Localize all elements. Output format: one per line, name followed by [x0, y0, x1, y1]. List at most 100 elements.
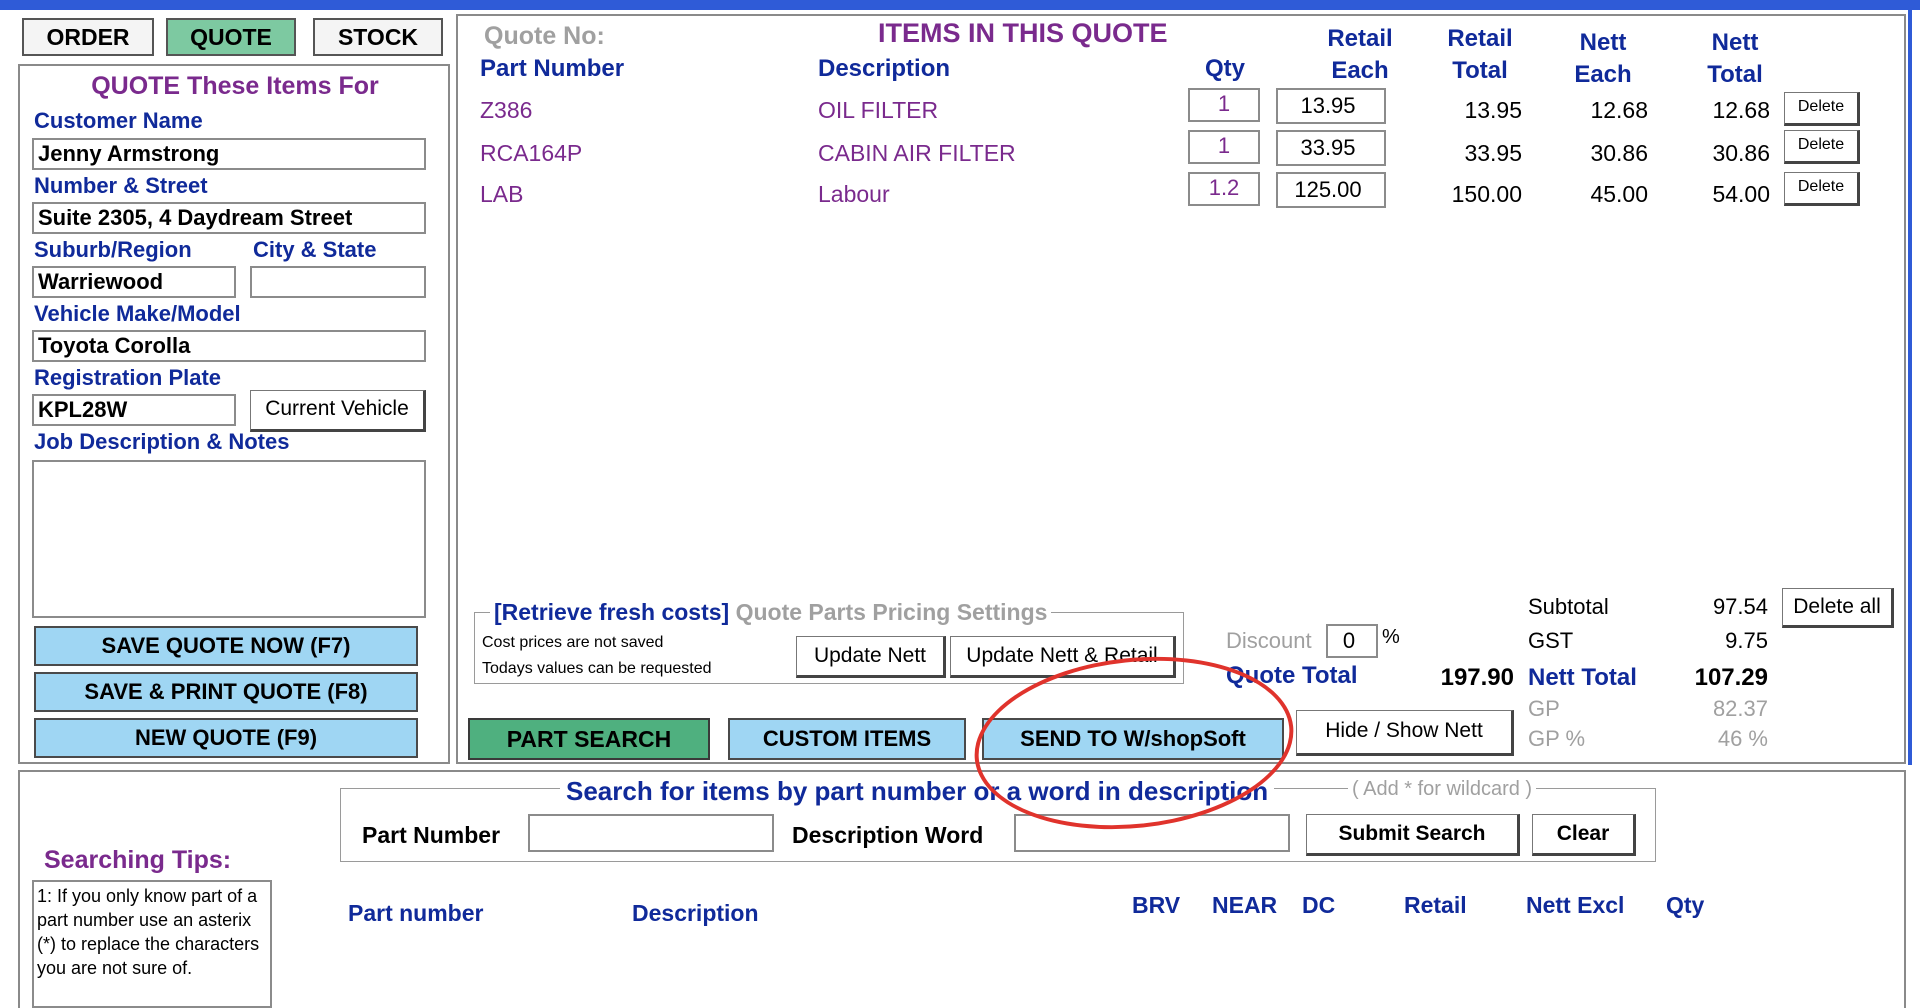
row2-part[interactable]: RCA164P: [480, 140, 582, 167]
row1-retail-each[interactable]: 13.95: [1276, 88, 1386, 124]
header-retail-total-2: Total: [1452, 57, 1508, 84]
new-quote-button[interactable]: NEW QUOTE (F9): [34, 718, 418, 758]
pricing-settings-title: Quote Parts Pricing Settings: [735, 599, 1048, 625]
vehicle-label: Vehicle Make/Model: [34, 301, 241, 326]
items-title: ITEMS IN THIS QUOTE: [878, 18, 1168, 48]
results-header-brv: BRV: [1132, 892, 1181, 918]
row1-delete-button[interactable]: Delete: [1784, 92, 1860, 126]
gp-percent-value: 46 %: [1717, 726, 1768, 751]
subtotal-label: Subtotal: [1528, 594, 1609, 619]
results-header-near: NEAR: [1212, 892, 1278, 918]
discount-label: Discount: [1226, 628, 1312, 653]
customer-name-label: Customer Name: [34, 108, 203, 133]
header-description: Description: [818, 55, 951, 82]
row3-delete-button[interactable]: Delete: [1784, 172, 1860, 206]
hide-show-nett-button[interactable]: Hide / Show Nett: [1296, 710, 1514, 756]
street-field[interactable]: Suite 2305, 4 Daydream Street: [32, 202, 426, 234]
results-header-description: Description: [632, 900, 759, 926]
row2-qty[interactable]: 1: [1188, 130, 1260, 164]
street-label: Number & Street: [34, 173, 208, 198]
row3-qty[interactable]: 1.2: [1188, 172, 1260, 206]
row2-retail-total: 33.95: [1464, 140, 1522, 166]
row3-desc: Labour: [818, 181, 890, 207]
subtotal-value: 97.54: [1712, 594, 1768, 619]
results-header-nett-excl: Nett Excl: [1526, 892, 1625, 918]
rego-label: Registration Plate: [34, 365, 222, 390]
row1-qty[interactable]: 1: [1188, 88, 1260, 122]
header-nett-total-2: Total: [1707, 61, 1763, 88]
pricing-note-2: Todays values can be requested: [482, 660, 712, 677]
row2-nett-total: 30.86: [1712, 140, 1770, 166]
search-description-label: Description Word: [792, 822, 984, 848]
gp-percent-label: GP %: [1528, 726, 1586, 751]
pricing-note-1: Cost prices are not saved: [482, 634, 664, 651]
retrieve-fresh-costs-link[interactable]: [Retrieve fresh costs]: [494, 599, 729, 625]
delete-all-button[interactable]: Delete all: [1782, 588, 1894, 628]
row1-desc: OIL FILTER: [818, 97, 939, 123]
header-nett-each-1: Nett: [1579, 29, 1627, 56]
discount-unit: %: [1382, 626, 1400, 648]
quote-total-value: 197.90: [1440, 664, 1514, 691]
row1-nett-each: 12.68: [1590, 97, 1648, 123]
header-qty: Qty: [1204, 55, 1245, 82]
header-retail-each-2: Each: [1331, 57, 1389, 84]
row3-retail-each[interactable]: 125.00: [1276, 172, 1386, 208]
gst-label: GST: [1528, 628, 1574, 653]
city-state-field[interactable]: [250, 266, 426, 298]
results-header-qty: Qty: [1666, 892, 1705, 918]
part-search-button[interactable]: PART SEARCH: [468, 718, 710, 760]
notes-label: Job Description & Notes: [34, 429, 290, 454]
tab-quote[interactable]: QUOTE: [166, 18, 296, 56]
tab-stock[interactable]: STOCK: [313, 18, 443, 56]
suburb-label: Suburb/Region: [34, 237, 192, 262]
pricing-settings-legend: [Retrieve fresh costs] Quote Parts Prici…: [490, 599, 1052, 626]
row1-part[interactable]: Z386: [480, 97, 532, 124]
row3-nett-total: 54.00: [1712, 181, 1770, 207]
searching-tips-text: 1: If you only know part of a part numbe…: [32, 880, 272, 1008]
discount-field[interactable]: 0: [1326, 624, 1378, 658]
city-state-label: City & State: [253, 237, 377, 262]
suburb-field[interactable]: Warriewood: [32, 266, 236, 298]
row3-nett-each: 45.00: [1590, 181, 1648, 207]
row2-desc: CABIN AIR FILTER: [818, 140, 1016, 166]
save-quote-button[interactable]: SAVE QUOTE NOW (F7): [34, 626, 418, 666]
row3-part[interactable]: LAB: [480, 181, 523, 208]
search-part-number-input[interactable]: [528, 814, 774, 852]
notes-field[interactable]: [32, 460, 426, 618]
customer-name-field[interactable]: Jenny Armstrong: [32, 138, 426, 170]
search-part-number-label: Part Number: [362, 822, 501, 848]
row2-nett-each: 30.86: [1590, 140, 1648, 166]
gp-label: GP: [1528, 696, 1560, 721]
results-header-retail: Retail: [1404, 892, 1467, 918]
row2-retail-each[interactable]: 33.95: [1276, 130, 1386, 166]
clear-search-button[interactable]: Clear: [1532, 814, 1636, 856]
tab-order[interactable]: ORDER: [22, 18, 154, 56]
nett-total-value: 107.29: [1694, 664, 1768, 691]
window-right-border: [1908, 10, 1912, 765]
row1-retail-total: 13.95: [1464, 97, 1522, 123]
gst-value: 9.75: [1725, 628, 1768, 653]
window-top-border: [0, 0, 1920, 10]
row3-retail-total: 150.00: [1451, 181, 1522, 207]
current-vehicle-button[interactable]: Current Vehicle: [250, 390, 426, 432]
submit-search-button[interactable]: Submit Search: [1306, 814, 1520, 856]
searching-tips-title: Searching Tips:: [44, 846, 232, 874]
header-retail-total-1: Retail: [1447, 25, 1513, 52]
results-header-part: Part number: [348, 900, 484, 926]
save-print-quote-button[interactable]: SAVE & PRINT QUOTE (F8): [34, 672, 418, 712]
rego-field[interactable]: KPL28W: [32, 394, 236, 426]
header-part-number: Part Number: [480, 55, 625, 82]
vehicle-field[interactable]: Toyota Corolla: [32, 330, 426, 362]
results-header-dc: DC: [1302, 892, 1336, 918]
gp-value: 82.37: [1712, 696, 1768, 721]
wildcard-hint: ( Add * for wildcard ): [1348, 778, 1537, 801]
header-nett-each-2: Each: [1574, 61, 1632, 88]
row2-delete-button[interactable]: Delete: [1784, 130, 1860, 164]
header-nett-total-1: Nett: [1711, 29, 1759, 56]
update-nett-button[interactable]: Update Nett: [796, 636, 946, 678]
customer-section-title: QUOTE These Items For: [91, 72, 379, 100]
custom-items-button[interactable]: CUSTOM ITEMS: [728, 718, 966, 760]
header-retail-each-1: Retail: [1327, 25, 1393, 52]
nett-total-label: Nett Total: [1528, 664, 1637, 691]
quote-no-label: Quote No:: [484, 22, 605, 50]
